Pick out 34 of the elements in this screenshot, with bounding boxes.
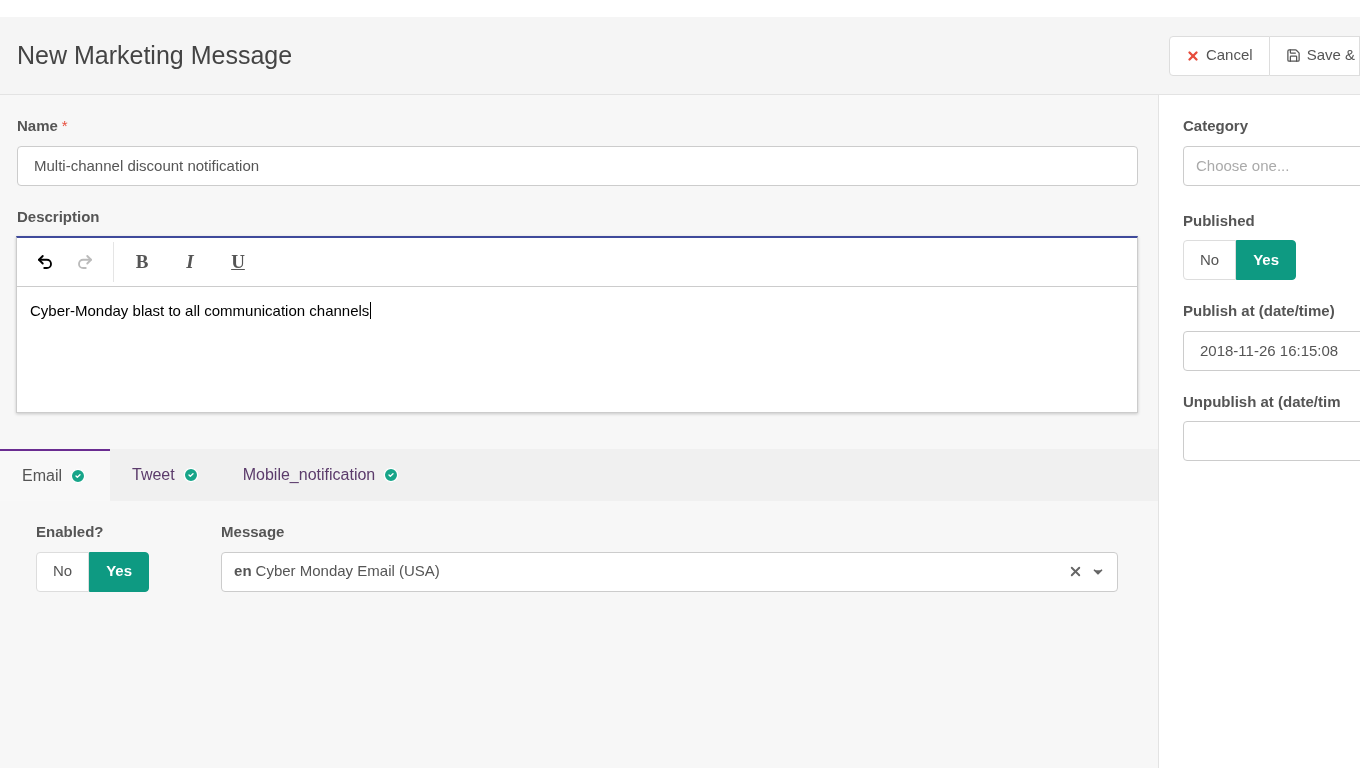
toggle-option[interactable]: Yes <box>89 551 150 592</box>
cancel-button[interactable]: Cancel <box>1168 35 1270 76</box>
underline-button[interactable]: U <box>214 242 262 282</box>
category-select[interactable]: Choose one... <box>1183 145 1360 186</box>
field-label: Category <box>1183 116 1249 136</box>
bold-button[interactable]: B <box>118 242 166 282</box>
tab[interactable]: Tweet <box>110 449 221 501</box>
italic-button[interactable]: I <box>166 242 214 282</box>
message-select[interactable]: en Cyber Monday Email (USA) <box>221 551 1119 592</box>
tab[interactable]: Email <box>0 449 110 501</box>
required-asterisk: * <box>61 116 68 136</box>
field-label: Name <box>17 116 58 136</box>
field-label: Publish at (date/time) <box>1183 301 1336 321</box>
toggle-option[interactable]: No <box>1183 240 1237 280</box>
field-label: Enabled? <box>36 522 104 542</box>
tab[interactable]: Mobile_notification <box>220 449 422 501</box>
toggle-option[interactable]: No <box>36 551 90 592</box>
field-label: Description <box>17 206 100 227</box>
toggle-option[interactable]: Yes <box>1236 240 1297 280</box>
editor-text[interactable]: Cyber-Monday blast to all communication channels <box>30 302 372 319</box>
field-label: Unpublish at (date/tim <box>1183 391 1342 412</box>
field-label: Message <box>221 522 285 542</box>
select-value: Cyber Monday Email (USA) <box>255 561 441 582</box>
undo-icon <box>36 253 54 271</box>
language-code: en <box>234 561 252 582</box>
date-input[interactable] <box>1183 421 1360 461</box>
date-input[interactable]: 2018-11-26 16:15:08 <box>1183 330 1360 371</box>
name-input[interactable]: Multi-channel discount notification <box>17 145 1138 186</box>
redo-icon <box>76 253 94 271</box>
page-title: New Marketing Message <box>17 39 293 71</box>
save-button[interactable]: Save & <box>1269 35 1360 76</box>
field-label: Published <box>1183 210 1255 231</box>
save-icon <box>1285 48 1301 63</box>
close-icon <box>1185 48 1200 63</box>
